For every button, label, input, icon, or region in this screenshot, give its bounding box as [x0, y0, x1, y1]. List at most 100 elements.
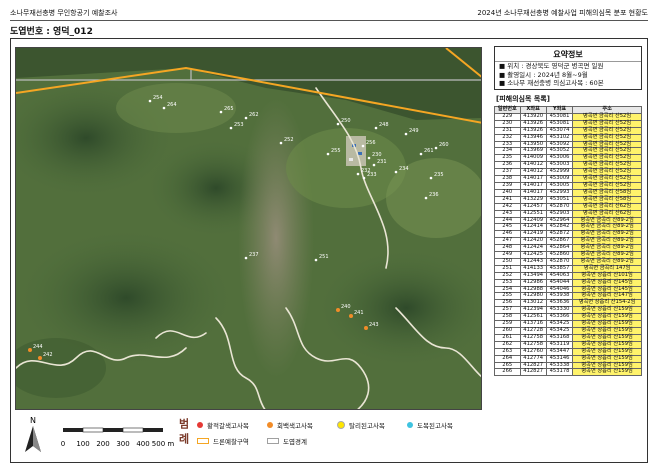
drone-area-box-icon — [197, 438, 209, 444]
suspect-tree-marker[interactable] — [362, 176, 366, 180]
table-cell: 453146 — [545, 354, 574, 363]
suspect-tree-marker[interactable] — [219, 110, 223, 114]
scale-label: 100 — [76, 440, 89, 448]
legend-item-cyan: 도복된고사목 — [407, 420, 453, 430]
table-cell: 412827 — [519, 368, 547, 377]
suspect-tree-marker[interactable] — [364, 326, 368, 330]
suspect-tree-marker[interactable] — [244, 116, 248, 120]
table-body: 229 413920 453081 병곡면 금곡리 산52임 230 413926 4530… — [494, 112, 642, 377]
point-label: 235 — [434, 172, 444, 178]
scale-label: 200 — [96, 440, 109, 448]
point-label: 231 — [377, 159, 387, 165]
suspect-tree-marker[interactable] — [28, 348, 32, 352]
table-cell: 266 — [494, 368, 521, 377]
table-cell: 264 — [494, 354, 521, 363]
point-label: 256 — [366, 140, 376, 146]
aerial-map-svg[interactable]: 254 264 265 262 250 248 249 260 261 253 252 255 256 2… — [16, 48, 482, 410]
point-label: 248 — [379, 122, 389, 128]
legend-title: 범례 — [177, 418, 190, 448]
point-label: 250 — [341, 118, 351, 124]
legend-item-orange: 회백색고사목 — [267, 420, 313, 430]
orange-dot-icon — [267, 422, 273, 428]
address-cell: 병곡면 상읍리 산159임 — [572, 354, 642, 363]
point-label: 251 — [319, 254, 329, 260]
suspect-tree-marker[interactable] — [394, 170, 398, 174]
table-cell: 232 — [494, 133, 521, 142]
table-cell: 412774 — [519, 354, 547, 363]
suspect-tree-marker[interactable] — [314, 258, 318, 262]
point-label: 249 — [409, 128, 419, 134]
suspect-tree-marker[interactable] — [361, 144, 365, 148]
suspect-tree-marker[interactable] — [367, 156, 371, 160]
scale-label: 0 — [61, 440, 65, 448]
suspect-tree-marker[interactable] — [162, 106, 166, 110]
suspect-tree-marker[interactable] — [336, 308, 340, 312]
suspect-tree-table: 일련번호 X좌표 Y좌표 주소 229 413920 453081 병곡면 금곡리 산… — [494, 106, 642, 377]
suspect-tree-marker[interactable] — [349, 314, 353, 318]
scale-label: 400 — [136, 440, 149, 448]
north-label: N — [30, 416, 36, 425]
sheet-boundary-box-icon — [267, 438, 279, 444]
summary-title: 요약정보 — [495, 49, 641, 62]
yellow-dot-icon — [337, 421, 345, 429]
point-label: 240 — [341, 304, 351, 310]
legend-label: 도복된고사목 — [417, 422, 453, 430]
point-label: 244 — [33, 344, 43, 350]
header-left-title: 소나무재선충병 무인항공기 예찰조사 — [10, 9, 118, 17]
point-label: 233 — [367, 172, 377, 178]
legend-label: 드론예찰구역 — [213, 438, 249, 446]
suspect-tree-marker[interactable] — [434, 146, 438, 150]
legend-label: 회백색고사목 — [277, 422, 313, 430]
point-label: 265 — [224, 106, 234, 112]
scale-label: 500 m — [152, 440, 175, 448]
suspect-tree-marker[interactable] — [429, 176, 433, 180]
point-label: 230 — [372, 152, 382, 158]
table-row: 243 412551 452903 병곡면 금곡리 산62임 — [494, 209, 642, 218]
summary-location: ■ 위치 : 경상북도 영덕군 병곡면 일원 — [499, 62, 604, 70]
table-cell: 453178 — [545, 368, 574, 377]
address-cell: 병곡면 금곡리 산52임 — [572, 133, 642, 142]
legend-item-yellow: 탈리된고사목 — [337, 420, 385, 430]
suspect-tree-marker[interactable] — [279, 141, 283, 145]
point-label: 253 — [234, 122, 244, 128]
cyan-dot-icon — [407, 422, 413, 428]
legend-label: 도엽경계 — [283, 438, 307, 446]
point-label: 236 — [429, 192, 439, 198]
point-label: 234 — [399, 166, 409, 172]
table-cell: 243 — [494, 209, 521, 218]
suspect-tree-marker[interactable] — [356, 172, 360, 176]
sheet-label: 도엽번호 : 영덕_012 — [10, 27, 93, 37]
suspect-tree-marker[interactable] — [229, 126, 233, 130]
legend-item-drone-area: 드론예찰구역 — [197, 436, 249, 446]
suspect-tree-marker[interactable] — [336, 122, 340, 126]
legend-label: 탈리된고사목 — [349, 422, 385, 430]
suspect-tree-marker[interactable] — [38, 356, 42, 360]
header-right-title: 2024년 소나무재선충병 예찰사업 피해의심목 분포 현황도 — [477, 9, 648, 17]
point-label: 243 — [369, 322, 379, 328]
point-label: 260 — [439, 142, 449, 148]
point-label: 255 — [331, 148, 341, 154]
suspect-tree-marker[interactable] — [404, 132, 408, 136]
table-cell: 412551 — [519, 209, 547, 218]
suspect-tree-marker[interactable] — [419, 152, 423, 156]
suspect-tree-marker[interactable] — [424, 196, 428, 200]
table-row: 232 413946 453102 병곡면 금곡리 산52임 — [494, 133, 642, 142]
point-label: 241 — [354, 310, 364, 316]
north-arrow-icon: N — [25, 416, 41, 452]
legend-label: 황적갈색고사목 — [207, 422, 249, 430]
summary-panel: 요약정보 ■ 위치 : 경상북도 영덕군 병곡면 일원 ■ 촬영일시 : 202… — [494, 46, 642, 90]
aerial-map[interactable]: 254 264 265 262 250 248 249 260 261 253 252 255 256 2… — [15, 47, 482, 410]
suspect-tree-marker[interactable] — [326, 152, 330, 156]
point-label: 237 — [249, 252, 259, 258]
suspect-tree-marker[interactable] — [244, 256, 248, 260]
suspect-tree-marker[interactable] — [372, 163, 376, 167]
summary-date: ■ 촬영일시 : 2024년 8월~9월 — [499, 70, 588, 79]
suspect-tree-marker[interactable] — [148, 99, 152, 103]
table-row: 264 412774 453146 병곡면 상읍리 산159임 — [494, 354, 642, 363]
point-label: 262 — [249, 112, 259, 118]
table-cell: 453102 — [545, 133, 574, 142]
point-label: 254 — [153, 95, 163, 101]
scale-bar: 0 100 200 300 400 500 m — [61, 427, 175, 448]
suspect-tree-marker[interactable] — [374, 126, 378, 130]
legend-panel: N 0 100 200 300 400 500 m 범례 황적갈색고사목 회백색… — [15, 412, 482, 462]
